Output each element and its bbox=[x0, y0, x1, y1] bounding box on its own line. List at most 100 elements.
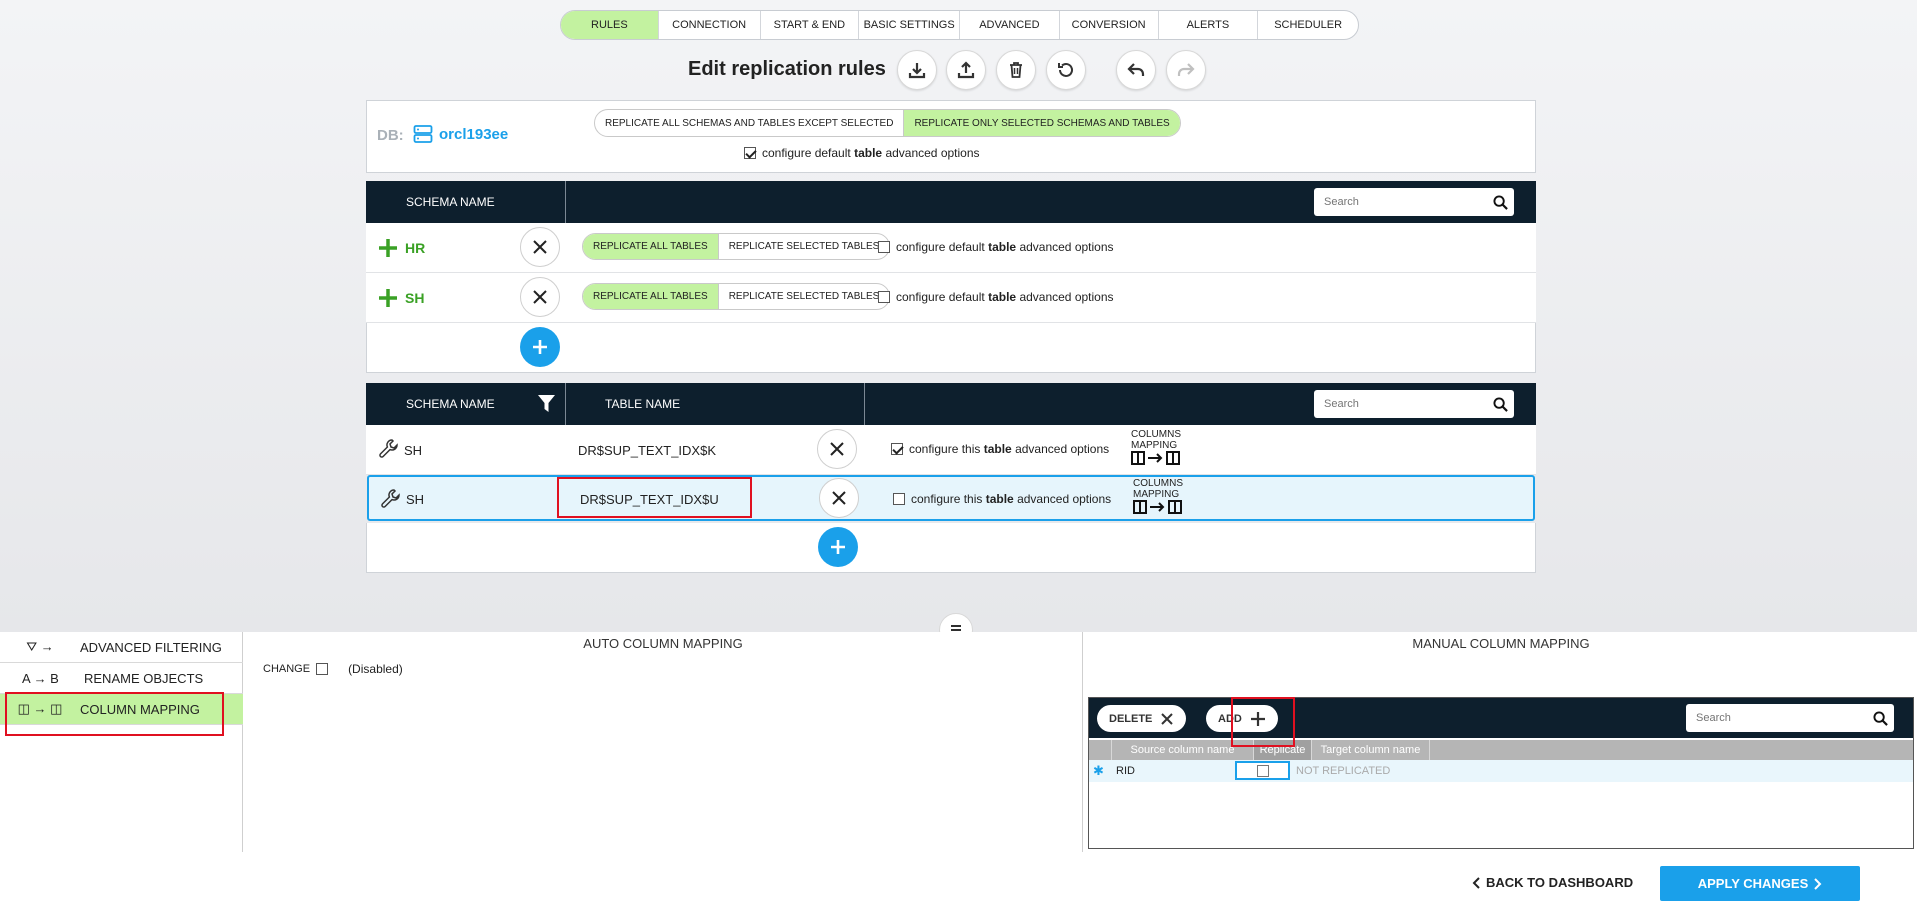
db-default-options: configure default table advanced options bbox=[744, 146, 980, 160]
search-icon[interactable] bbox=[1873, 710, 1888, 726]
upload-button[interactable] bbox=[946, 50, 986, 90]
plus-icon bbox=[533, 340, 547, 354]
col-row-marker bbox=[1089, 740, 1112, 760]
replicate-selected-tables[interactable]: REPLICATE SELECTED TABLES bbox=[719, 284, 890, 309]
tab-rules[interactable]: RULES bbox=[561, 11, 659, 39]
schema-default-options-checkbox[interactable] bbox=[878, 241, 890, 253]
change-checkbox[interactable] bbox=[316, 663, 329, 675]
add-schema-tables-icon[interactable] bbox=[378, 238, 398, 258]
row-marker-icon: ✱ bbox=[1093, 763, 1104, 778]
col-table-name: TABLE NAME bbox=[605, 397, 681, 411]
replicate-cell[interactable] bbox=[1235, 761, 1290, 780]
reset-button[interactable] bbox=[1046, 50, 1086, 90]
download-button[interactable] bbox=[897, 50, 937, 90]
columns-mapping-button[interactable]: COLUMNS MAPPING bbox=[1131, 429, 1183, 468]
tab-conversion[interactable]: CONVERSION bbox=[1060, 11, 1159, 39]
filter-icon[interactable] bbox=[538, 395, 555, 413]
add-schema-row bbox=[366, 323, 1536, 373]
columns-mapping-button[interactable]: COLUMNS MAPPING bbox=[1133, 478, 1185, 517]
remove-table-button[interactable] bbox=[817, 429, 857, 469]
add-schema-button[interactable] bbox=[520, 327, 560, 367]
remove-table-button[interactable] bbox=[819, 478, 859, 518]
replicate-all-tables[interactable]: REPLICATE ALL TABLES bbox=[583, 284, 719, 309]
redo-button[interactable] bbox=[1166, 50, 1206, 90]
tab-advanced[interactable]: ADVANCED bbox=[960, 11, 1060, 39]
schema-default-options: configure default table advanced options bbox=[878, 240, 1114, 254]
settings-tabs: RULES CONNECTION START & END BASIC SETTI… bbox=[560, 10, 1359, 40]
mapping-row[interactable]: ✱ RID NOT REPLICATED bbox=[1089, 760, 1913, 782]
db-default-options-label: configure default table advanced options bbox=[762, 146, 980, 160]
tab-scheduler[interactable]: SCHEDULER bbox=[1258, 11, 1358, 39]
table-advanced-options-label: configure this table advanced options bbox=[911, 492, 1112, 506]
table-name: DR$SUP_TEXT_IDX$K bbox=[578, 443, 716, 458]
delete-label: DELETE bbox=[1109, 712, 1153, 725]
schema-search-input[interactable] bbox=[1324, 196, 1474, 208]
schema-table-mode: REPLICATE ALL TABLES REPLICATE SELECTED … bbox=[582, 283, 891, 310]
rename-icon: A → B bbox=[22, 670, 59, 686]
table-advanced-options: configure this table advanced options bbox=[891, 442, 1109, 456]
download-icon bbox=[908, 63, 926, 79]
delete-mapping-button[interactable]: DELETE bbox=[1097, 705, 1187, 732]
wrench-icon[interactable] bbox=[378, 438, 400, 460]
table-advanced-options: configure this table advanced options bbox=[893, 492, 1111, 506]
schema-default-options-label: configure default table advanced options bbox=[896, 290, 1114, 304]
tab-connection[interactable]: CONNECTION bbox=[659, 11, 761, 39]
table-row[interactable]: SH DR$SUP_TEXT_IDX$K configure this tabl… bbox=[366, 425, 1536, 475]
table-schema-name: SH bbox=[404, 443, 423, 458]
close-icon bbox=[533, 240, 547, 254]
schema-default-options-checkbox[interactable] bbox=[878, 291, 890, 303]
table-advanced-options-checkbox[interactable] bbox=[891, 443, 903, 455]
trash-icon bbox=[1010, 62, 1022, 78]
db-default-options-checkbox[interactable] bbox=[744, 147, 756, 159]
undo-icon bbox=[1127, 63, 1145, 76]
col-target-column[interactable]: Target column name bbox=[1312, 740, 1430, 760]
replicate-checkbox[interactable] bbox=[1256, 764, 1269, 777]
table-advanced-options-checkbox[interactable] bbox=[893, 493, 905, 505]
schema-default-options: configure default table advanced options bbox=[878, 290, 1114, 304]
mode-only-selected[interactable]: REPLICATE ONLY SELECTED SCHEMAS AND TABL… bbox=[904, 110, 1180, 136]
target-column-value: NOT REPLICATED bbox=[1296, 765, 1391, 777]
columns-mapping-label: MAPPING bbox=[1131, 440, 1178, 451]
db-name[interactable]: orcl193ee bbox=[439, 126, 508, 143]
manual-mapping-search-input[interactable] bbox=[1696, 712, 1846, 724]
search-icon[interactable] bbox=[1493, 396, 1508, 412]
upload-icon bbox=[957, 61, 975, 79]
apply-changes-button[interactable]: APPLY CHANGES bbox=[1660, 866, 1860, 901]
source-column-value: RID bbox=[1116, 765, 1135, 777]
schema-search bbox=[1314, 188, 1514, 216]
undo-button[interactable] bbox=[1116, 50, 1156, 90]
search-icon[interactable] bbox=[1493, 194, 1508, 210]
tab-start-end[interactable]: START & END bbox=[761, 11, 860, 39]
add-schema-tables-icon[interactable] bbox=[378, 288, 398, 308]
manual-mapping-title: MANUAL COLUMN MAPPING bbox=[1412, 636, 1590, 651]
db-panel: DB: orcl193ee REPLICATE ALL SCHEMAS AND … bbox=[366, 100, 1536, 173]
side-advanced-filtering[interactable]: ⛛ → ADVANCED FILTERING bbox=[0, 632, 243, 663]
col-schema-name: SCHEMA NAME bbox=[406, 195, 495, 209]
page-title: Edit replication rules bbox=[688, 58, 886, 80]
chevron-left-icon bbox=[1472, 876, 1480, 889]
tab-alerts[interactable]: ALERTS bbox=[1159, 11, 1259, 39]
remove-schema-button[interactable] bbox=[520, 277, 560, 317]
manual-mapping-grid: DELETE ADD Source column name Replicate … bbox=[1088, 697, 1914, 849]
schema-table-header: SCHEMA NAME bbox=[366, 181, 1536, 223]
delete-all-button[interactable] bbox=[996, 50, 1036, 90]
side-item-label: RENAME OBJECTS bbox=[84, 670, 204, 686]
col-schema-name: SCHEMA NAME bbox=[406, 397, 495, 411]
table-row-selected[interactable]: SH DR$SUP_TEXT_IDX$U configure this tabl… bbox=[367, 475, 1535, 521]
rules-editor-area: RULES CONNECTION START & END BASIC SETTI… bbox=[0, 0, 1917, 647]
back-to-dashboard-link[interactable]: BACK TO DASHBOARD bbox=[1472, 875, 1633, 890]
mode-all-except-selected[interactable]: REPLICATE ALL SCHEMAS AND TABLES EXCEPT … bbox=[595, 110, 905, 136]
replicate-all-tables[interactable]: REPLICATE ALL TABLES bbox=[583, 234, 719, 259]
side-rename-objects[interactable]: A → B RENAME OBJECTS bbox=[0, 663, 243, 694]
tables-search-input[interactable] bbox=[1324, 398, 1474, 410]
remove-schema-button[interactable] bbox=[520, 227, 560, 267]
schema-table-mode: REPLICATE ALL TABLES REPLICATE SELECTED … bbox=[582, 233, 891, 260]
add-table-button[interactable] bbox=[818, 527, 858, 567]
close-icon bbox=[832, 491, 846, 505]
table-schema-name: SH bbox=[406, 492, 425, 507]
wrench-icon[interactable] bbox=[380, 488, 402, 510]
change-label: CHANGE bbox=[263, 663, 311, 675]
schema-name: HR bbox=[405, 240, 426, 256]
replicate-selected-tables[interactable]: REPLICATE SELECTED TABLES bbox=[719, 234, 890, 259]
tab-basic-settings[interactable]: BASIC SETTINGS bbox=[859, 11, 960, 39]
